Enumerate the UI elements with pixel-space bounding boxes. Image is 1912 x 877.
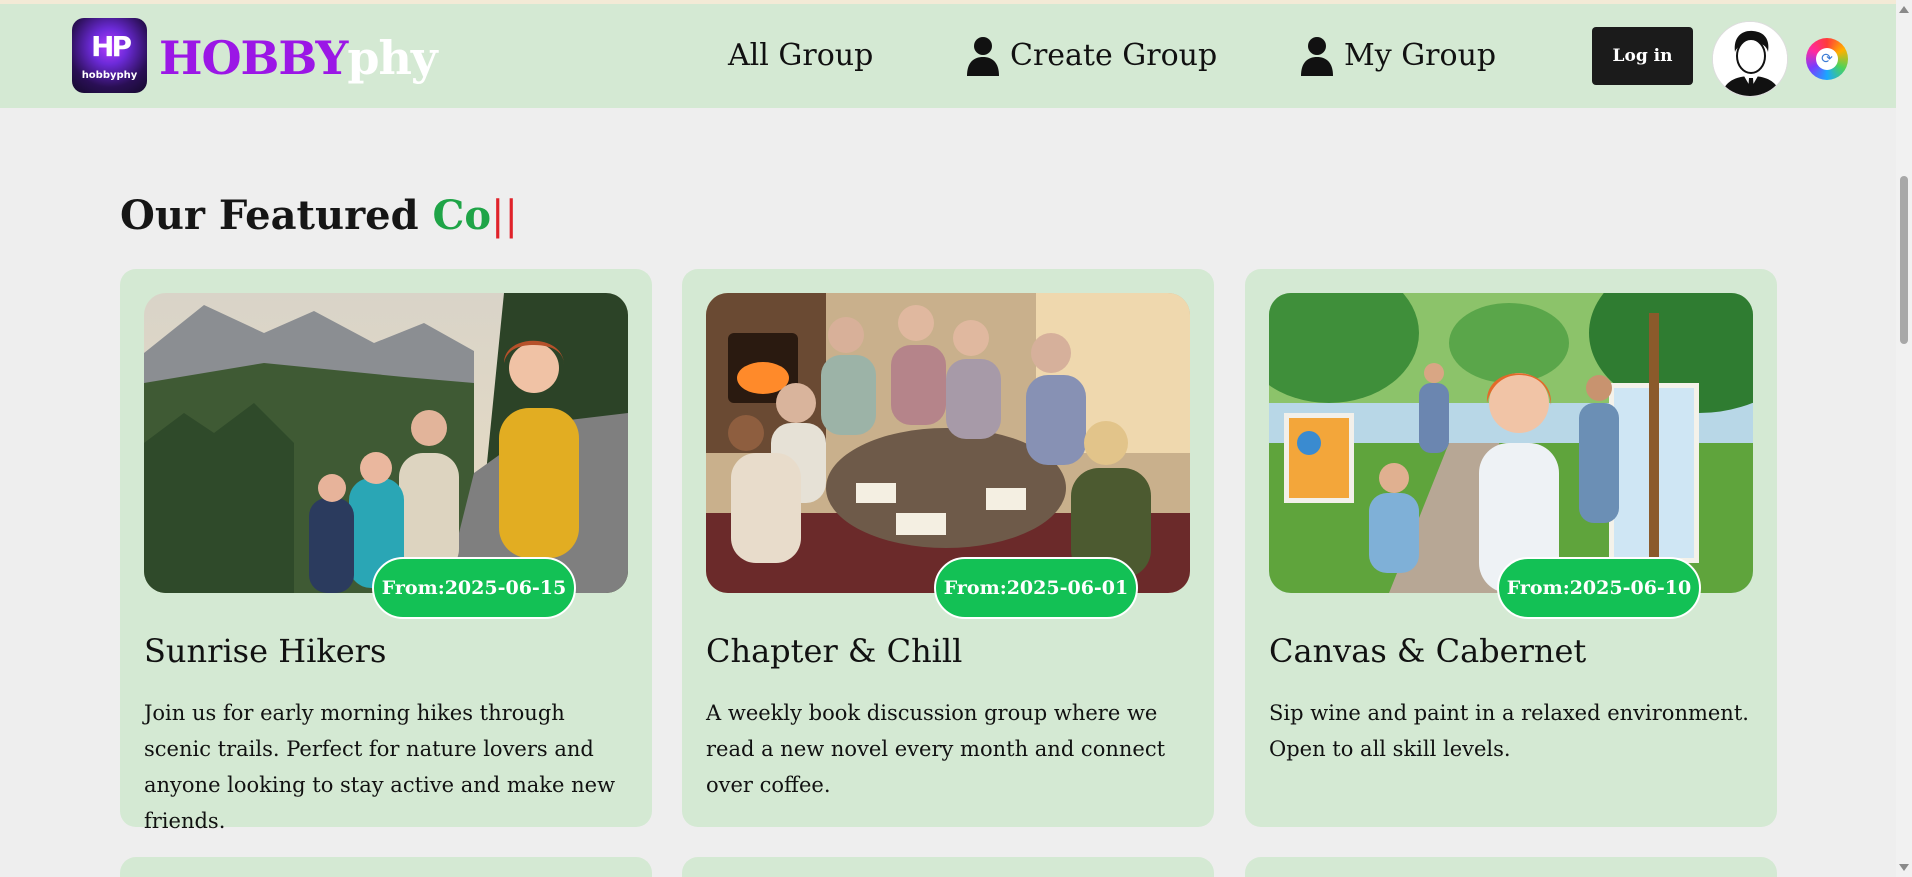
group-card[interactable]: From:2025-06-15 Sunrise Hikers Join us f… bbox=[120, 269, 652, 833]
card-image-painting bbox=[1269, 293, 1753, 593]
painting-photo bbox=[1269, 293, 1753, 593]
nav-all-group-label: All Group bbox=[728, 38, 874, 73]
scrollbar[interactable] bbox=[1896, 0, 1912, 877]
brand-name-second: phy bbox=[347, 31, 437, 85]
scroll-thumb[interactable] bbox=[1900, 176, 1908, 344]
login-button[interactable]: Log in bbox=[1592, 27, 1693, 85]
card-image-hikers bbox=[144, 293, 628, 593]
date-badge: From:2025-06-15 bbox=[372, 557, 576, 619]
user-avatar-icon bbox=[1713, 22, 1787, 96]
avatar[interactable] bbox=[1712, 21, 1788, 97]
logo-caption: hobbyphy bbox=[81, 70, 138, 81]
logo[interactable]: HP hobbyphy bbox=[72, 18, 147, 93]
section-title: Our Featured Co|| bbox=[120, 188, 518, 244]
person-icon bbox=[967, 37, 999, 76]
theme-toggle[interactable]: ⟳ bbox=[1806, 38, 1848, 80]
nav-create-group-label: Create Group bbox=[1010, 38, 1218, 73]
date-badge: From:2025-06-01 bbox=[934, 557, 1138, 619]
group-card-partial[interactable] bbox=[1245, 857, 1777, 877]
logo-mark: HP bbox=[91, 30, 132, 63]
brand-name-first: HOBBY bbox=[159, 31, 348, 85]
card-description: Join us for early morning hikes through … bbox=[144, 701, 616, 833]
card-description: A weekly book discussion group where we … bbox=[706, 701, 1166, 797]
group-card-partial[interactable] bbox=[120, 857, 652, 877]
book-club-photo bbox=[706, 293, 1190, 593]
date-badge: From:2025-06-10 bbox=[1497, 557, 1701, 619]
section-title-main: Our Featured bbox=[120, 192, 433, 239]
group-card[interactable]: From:2025-06-01 Chapter & Chill A weekly… bbox=[682, 269, 1214, 827]
group-card-partial[interactable] bbox=[682, 857, 1214, 877]
nav-all-group[interactable]: All Group bbox=[728, 34, 873, 78]
nav-my-group[interactable]: My Group bbox=[1300, 34, 1496, 78]
card-title[interactable]: Canvas & Cabernet bbox=[1269, 627, 1753, 675]
group-card[interactable]: From:2025-06-10 Canvas & Cabernet Sip wi… bbox=[1245, 269, 1777, 827]
hiking-photo bbox=[144, 293, 628, 593]
card-title[interactable]: Sunrise Hikers bbox=[144, 627, 628, 675]
brand-name[interactable]: HOBBYphy bbox=[159, 28, 438, 88]
section-title-accent: Co bbox=[432, 192, 491, 239]
nav-create-group[interactable]: Create Group bbox=[966, 34, 1217, 78]
card-description: Sip wine and paint in a relaxed environm… bbox=[1269, 701, 1749, 761]
refresh-icon: ⟳ bbox=[1816, 48, 1838, 70]
scroll-down-arrow-icon[interactable] bbox=[1899, 864, 1909, 871]
navbar: HP hobbyphy HOBBYphy All Group Create Gr… bbox=[0, 4, 1896, 108]
person-icon bbox=[1301, 37, 1333, 76]
card-title[interactable]: Chapter & Chill bbox=[706, 627, 1190, 675]
typing-caret: || bbox=[491, 193, 518, 239]
scroll-up-arrow-icon[interactable] bbox=[1899, 6, 1909, 13]
nav-my-group-label: My Group bbox=[1344, 38, 1497, 73]
card-image-book-club bbox=[706, 293, 1190, 593]
